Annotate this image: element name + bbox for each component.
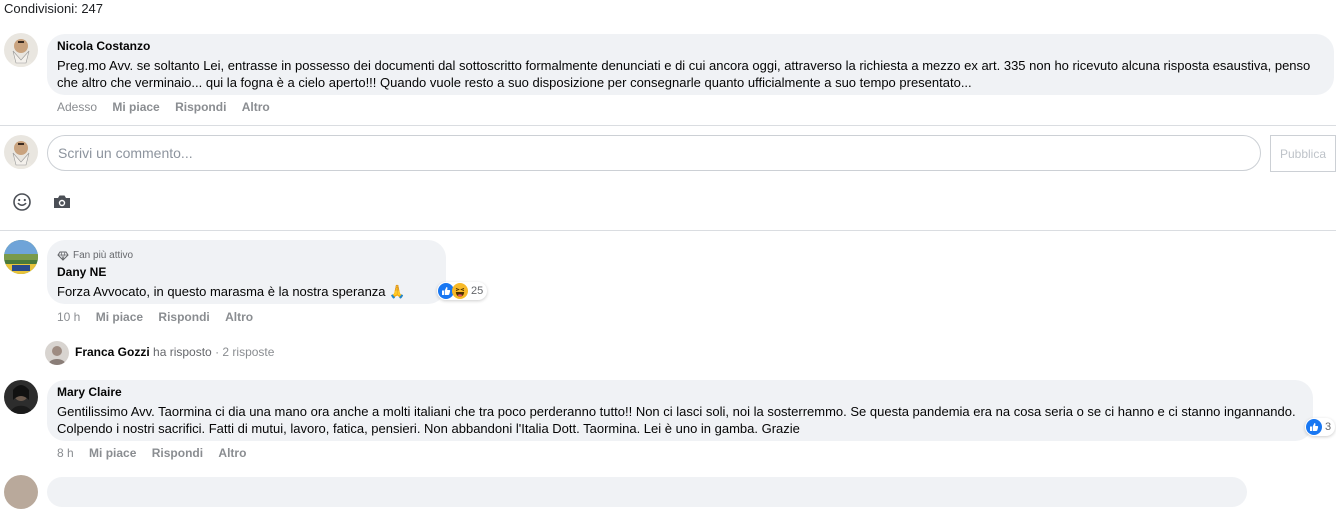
reactions-summary[interactable]: 3	[1305, 418, 1336, 436]
reply-author[interactable]: Franca Gozzi	[75, 345, 150, 359]
like-button[interactable]: Mi piace	[112, 100, 159, 114]
more-button[interactable]: Altro	[242, 100, 270, 114]
reaction-count: 25	[471, 285, 484, 297]
top-fan-badge: Fan più attivo	[57, 250, 133, 261]
reply-button[interactable]: Rispondi	[158, 310, 209, 324]
more-button[interactable]: Altro	[225, 310, 253, 324]
reply-count: · 2 risposte	[215, 345, 275, 359]
reply-button[interactable]: Rispondi	[152, 446, 203, 460]
comment-actions: Adesso Mi piace Rispondi Altro	[57, 100, 282, 114]
comment-actions: 8 h Mi piace Rispondi Altro	[57, 446, 258, 460]
reply-action: ha risposto	[153, 345, 212, 359]
more-button[interactable]: Altro	[218, 446, 246, 460]
badge-label: Fan più attivo	[73, 250, 134, 261]
comment-bubble: Mary Claire Gentilissimo Avv. Taormina c…	[47, 380, 1313, 441]
comment-actions: 10 h Mi piace Rispondi Altro	[57, 310, 265, 324]
smiley-icon[interactable]	[12, 192, 32, 212]
composer-avatar	[4, 135, 38, 169]
comment-bubble: Nicola Costanzo Preg.mo Avv. se soltanto…	[47, 34, 1334, 95]
comment-input[interactable]	[47, 135, 1261, 171]
comment-text: Gentilissimo Avv. Taormina ci dia una ma…	[57, 404, 1296, 436]
reactions-summary[interactable]: 25	[437, 282, 488, 300]
avatar[interactable]	[4, 475, 38, 509]
camera-icon[interactable]	[52, 193, 72, 211]
view-replies-link[interactable]: Franca Gozzi ha risposto · 2 risposte	[75, 345, 274, 359]
comment-text: Preg.mo Avv. se soltanto Lei, entrasse i…	[57, 58, 1311, 90]
comment-text: Forza Avvocato, in questo marasma è la n…	[57, 284, 406, 299]
reaction-count: 3	[1325, 421, 1332, 433]
like-button[interactable]: Mi piace	[89, 446, 136, 460]
like-reaction-icon	[1306, 419, 1322, 435]
comment-author[interactable]: Nicola Costanzo	[57, 39, 150, 53]
comment-bubble	[47, 477, 1247, 507]
avatar[interactable]	[4, 380, 38, 414]
comment-timestamp[interactable]: 10 h	[57, 310, 80, 324]
comment-timestamp[interactable]: Adesso	[57, 100, 97, 114]
comment-bubble: Fan più attivo Dany NE Forza Avvocato, i…	[47, 240, 446, 304]
like-button[interactable]: Mi piace	[96, 310, 143, 324]
divider	[0, 125, 1336, 126]
diamond-icon	[57, 251, 69, 261]
comment-author[interactable]: Dany NE	[57, 265, 106, 279]
comment-author[interactable]: Mary Claire	[57, 385, 122, 399]
haha-reaction-icon	[452, 283, 468, 299]
comment-timestamp[interactable]: 8 h	[57, 446, 74, 460]
avatar[interactable]	[4, 33, 38, 67]
divider	[0, 230, 1336, 231]
publish-button[interactable]: Pubblica	[1270, 135, 1336, 172]
avatar[interactable]	[45, 341, 69, 365]
reply-button[interactable]: Rispondi	[175, 100, 226, 114]
avatar[interactable]	[4, 240, 38, 274]
shares-count[interactable]: Condivisioni: 247	[4, 1, 103, 16]
